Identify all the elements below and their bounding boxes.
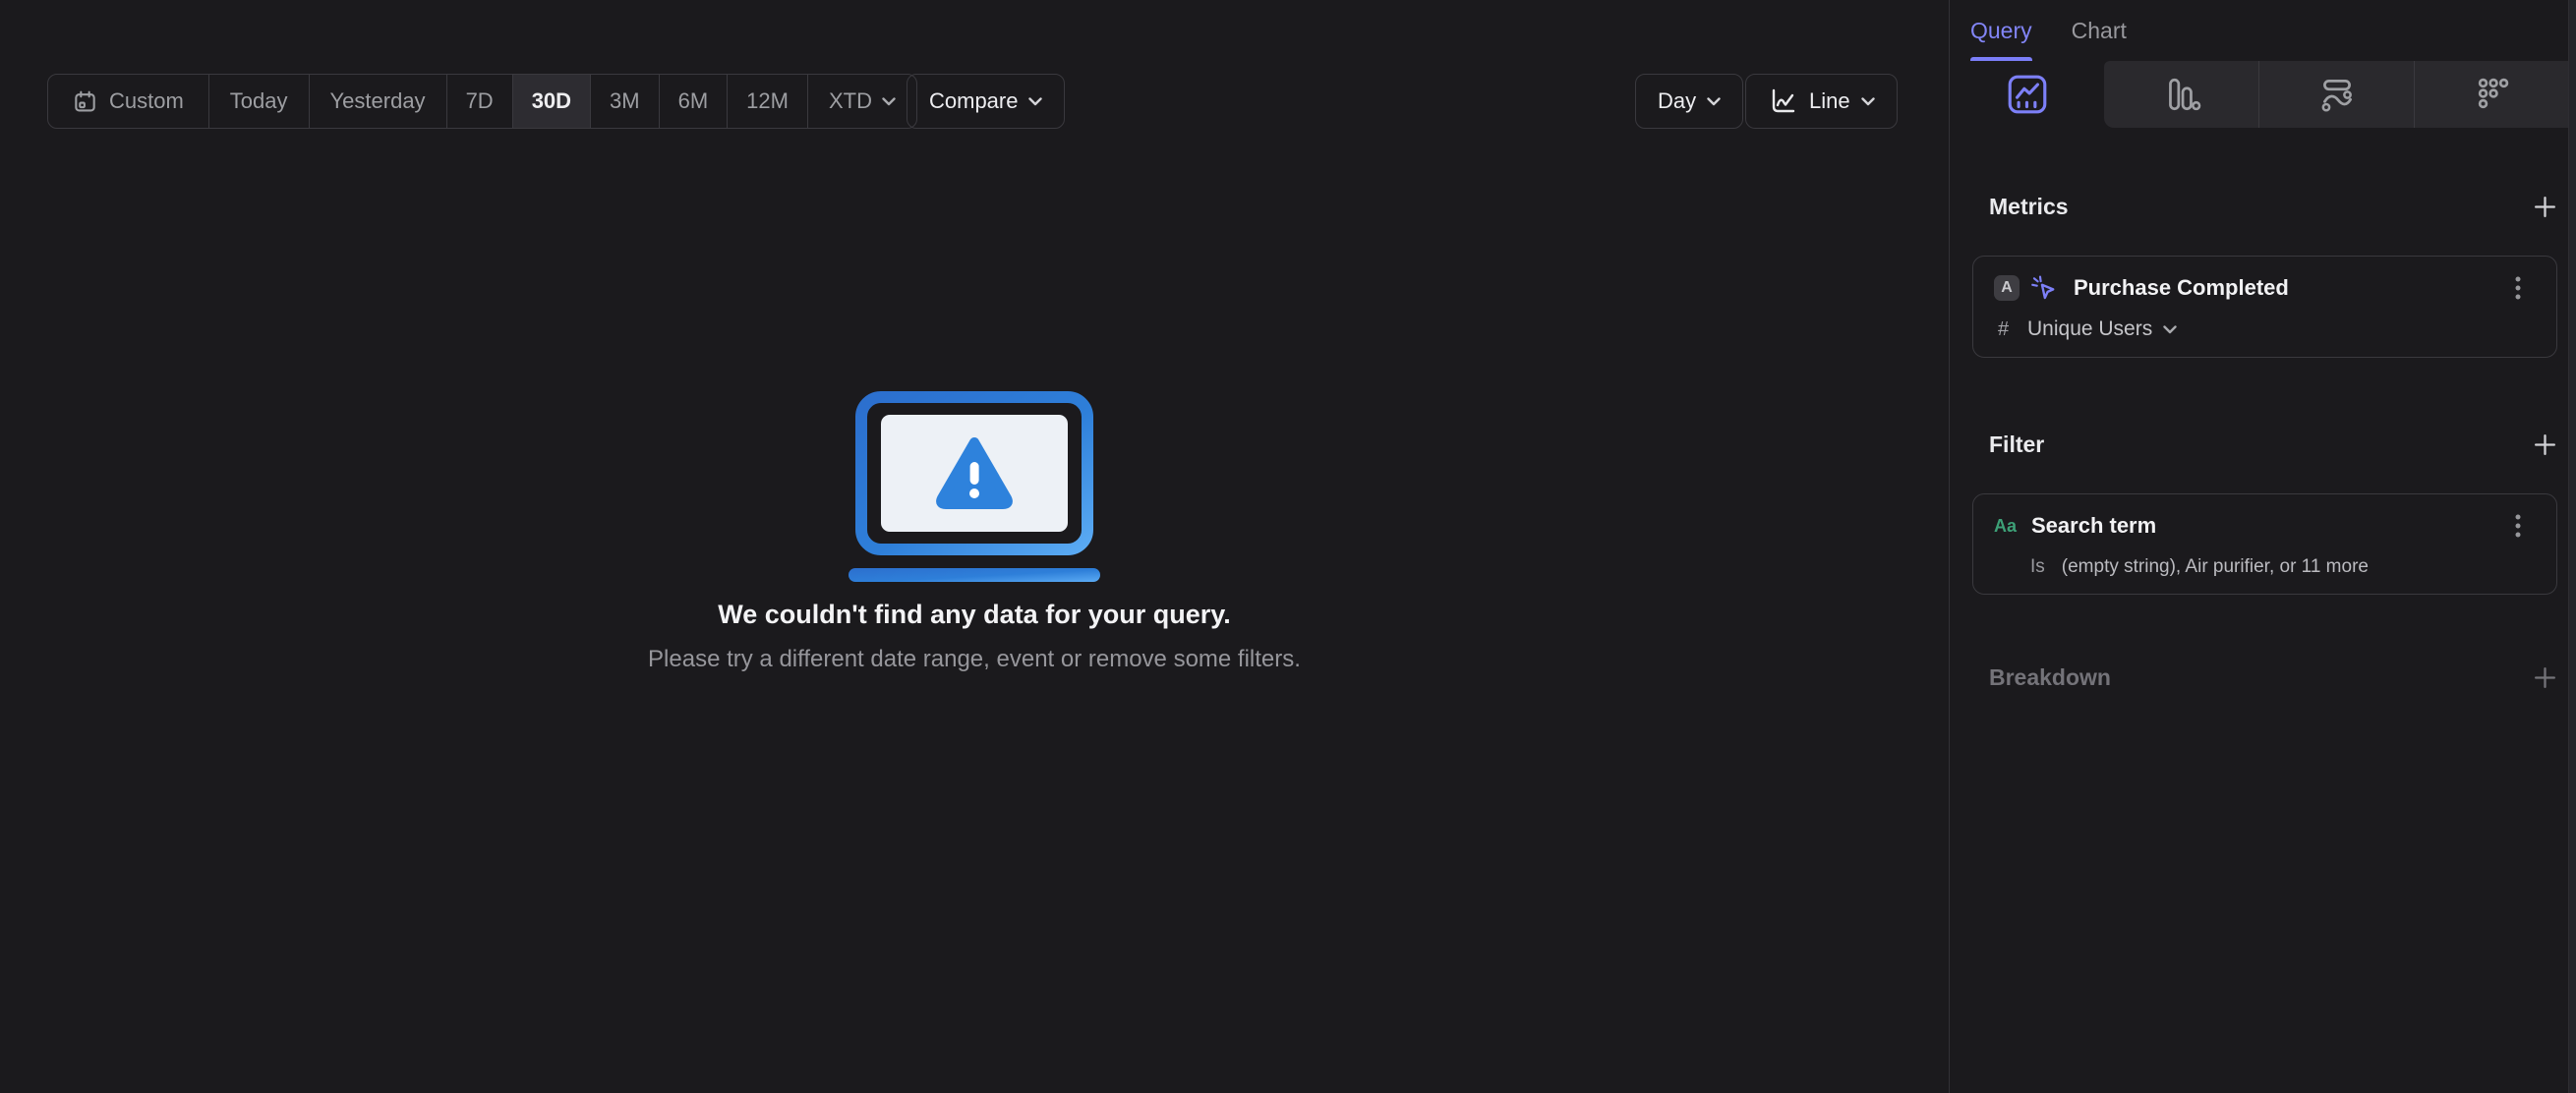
- date-preset-label: 6M: [677, 88, 709, 113]
- date-preset-30d-selected[interactable]: 30D: [511, 75, 591, 128]
- view-tab-retention[interactable]: [2414, 61, 2569, 128]
- chevron-down-icon: [2163, 324, 2177, 333]
- kebab-menu-icon: [2515, 276, 2521, 300]
- date-preset-label: 3M: [610, 88, 640, 113]
- metric-row: A Purchase Completed: [1994, 273, 2537, 303]
- date-range-segmented-control: Custom Today Yesterday 7D 30D 3M 6M 12M: [47, 74, 917, 129]
- filter-section-header: Filter: [1972, 425, 2557, 464]
- sidebar-tab-bar: Query Chart: [1950, 0, 2576, 61]
- tab-chart-label: Chart: [2071, 17, 2127, 43]
- empty-state-subtitle: Please try a different date range, event…: [648, 646, 1301, 672]
- date-preset-label: 30D: [531, 88, 572, 113]
- breakdown-heading: Breakdown: [1989, 663, 2111, 690]
- query-sections: Metrics A Purchase Completed # Unique Us…: [1950, 187, 2576, 697]
- filter-operator: Is: [2030, 556, 2045, 577]
- filter-card[interactable]: Aa Search term Is (empty string), Air pu…: [1972, 493, 2557, 595]
- chevron-down-icon: [1860, 96, 1875, 105]
- date-preset-xtd[interactable]: XTD: [806, 75, 916, 128]
- date-preset-yesterday[interactable]: Yesterday: [308, 75, 446, 128]
- main-chart-area: Custom Today Yesterday 7D 30D 3M 6M 12M: [0, 0, 1949, 1093]
- date-preset-label: Yesterday: [329, 88, 426, 113]
- metric-card[interactable]: A Purchase Completed # Unique Users: [1972, 256, 2557, 358]
- tab-chart[interactable]: Chart: [2072, 0, 2127, 61]
- no-data-laptop-illustration: [849, 391, 1100, 582]
- filter-values: (empty string), Air purifier, or 11 more: [2061, 556, 2369, 577]
- tab-query-label: Query: [1970, 17, 2032, 43]
- view-tab-funnels[interactable]: [2104, 61, 2258, 128]
- date-preset-custom[interactable]: Custom: [48, 75, 208, 128]
- compare-button[interactable]: Compare: [907, 74, 1066, 129]
- filter-row: Aa Search term: [1994, 511, 2537, 541]
- date-preset-label: XTD: [828, 88, 872, 113]
- sidebar-scrollbar[interactable]: [2568, 0, 2576, 1093]
- aggregation-label: Unique Users: [2027, 317, 2153, 340]
- metrics-section-header: Metrics: [1972, 187, 2557, 226]
- chart-type-label: Line: [1809, 88, 1850, 113]
- string-property-type-icon: Aa: [1994, 515, 2018, 536]
- chart-type-button[interactable]: Line: [1745, 74, 1898, 129]
- add-breakdown-button[interactable]: [2525, 658, 2564, 697]
- date-preset-label: 7D: [465, 88, 494, 113]
- chevron-down-icon: [882, 96, 896, 105]
- active-tab-underline: [1970, 57, 2032, 61]
- filter-menu-button[interactable]: [2506, 511, 2530, 541]
- metric-menu-button[interactable]: [2506, 273, 2530, 303]
- line-chart-icon: [1772, 88, 1795, 113]
- chevron-down-icon: [1707, 96, 1721, 105]
- metric-letter-badge: A: [1994, 275, 2020, 301]
- view-tab-insights[interactable]: [1950, 61, 2104, 128]
- compare-label: Compare: [929, 88, 1019, 113]
- plus-icon: [2534, 196, 2555, 217]
- plus-icon: [2534, 433, 2555, 455]
- add-filter-button[interactable]: [2525, 425, 2564, 464]
- date-preset-12m[interactable]: 12M: [727, 75, 807, 128]
- view-tab-flows[interactable]: [2258, 61, 2414, 128]
- date-preset-6m[interactable]: 6M: [658, 75, 728, 128]
- metric-aggregation-row[interactable]: # Unique Users: [1994, 317, 2537, 341]
- breakdown-section-header: Breakdown: [1972, 658, 2557, 697]
- date-preset-3m[interactable]: 3M: [590, 75, 659, 128]
- view-type-tab-bar: [1950, 61, 2569, 128]
- filter-property-name[interactable]: Search term: [2031, 513, 2156, 539]
- granularity-button[interactable]: Day: [1635, 74, 1744, 129]
- date-preset-today[interactable]: Today: [207, 75, 309, 128]
- date-preset-label: Today: [229, 88, 288, 113]
- granularity-label: Day: [1658, 88, 1697, 113]
- analytics-app: Custom Today Yesterday 7D 30D 3M 6M 12M: [0, 0, 2576, 1093]
- date-preset-label: 12M: [746, 88, 789, 113]
- date-preset-7d[interactable]: 7D: [445, 75, 512, 128]
- date-preset-label: Custom: [109, 88, 184, 113]
- flows-icon: [2321, 79, 2352, 112]
- metric-event-name[interactable]: Purchase Completed: [2074, 275, 2289, 301]
- empty-state-title: We couldn't find any data for your query…: [718, 600, 1231, 629]
- chevron-down-icon: [1028, 96, 1043, 105]
- tab-query[interactable]: Query: [1970, 0, 2032, 61]
- add-metric-button[interactable]: [2525, 187, 2564, 226]
- metrics-heading: Metrics: [1989, 193, 2069, 219]
- plus-icon: [2534, 666, 2555, 688]
- funnel-bars-icon: [2168, 78, 2200, 111]
- insights-line-icon: [2008, 75, 2046, 114]
- retention-dots-icon: [2478, 78, 2508, 109]
- filter-condition-row[interactable]: Is (empty string), Air purifier, or 11 m…: [1994, 556, 2537, 578]
- query-builder-sidebar: Query Chart Metrics A Purchase Completed…: [1949, 0, 2576, 1093]
- filter-heading: Filter: [1989, 431, 2045, 457]
- aggregation-symbol: #: [1998, 317, 2010, 340]
- calendar-icon: [75, 90, 95, 112]
- event-click-icon: [2031, 275, 2055, 300]
- kebab-menu-icon: [2515, 514, 2521, 538]
